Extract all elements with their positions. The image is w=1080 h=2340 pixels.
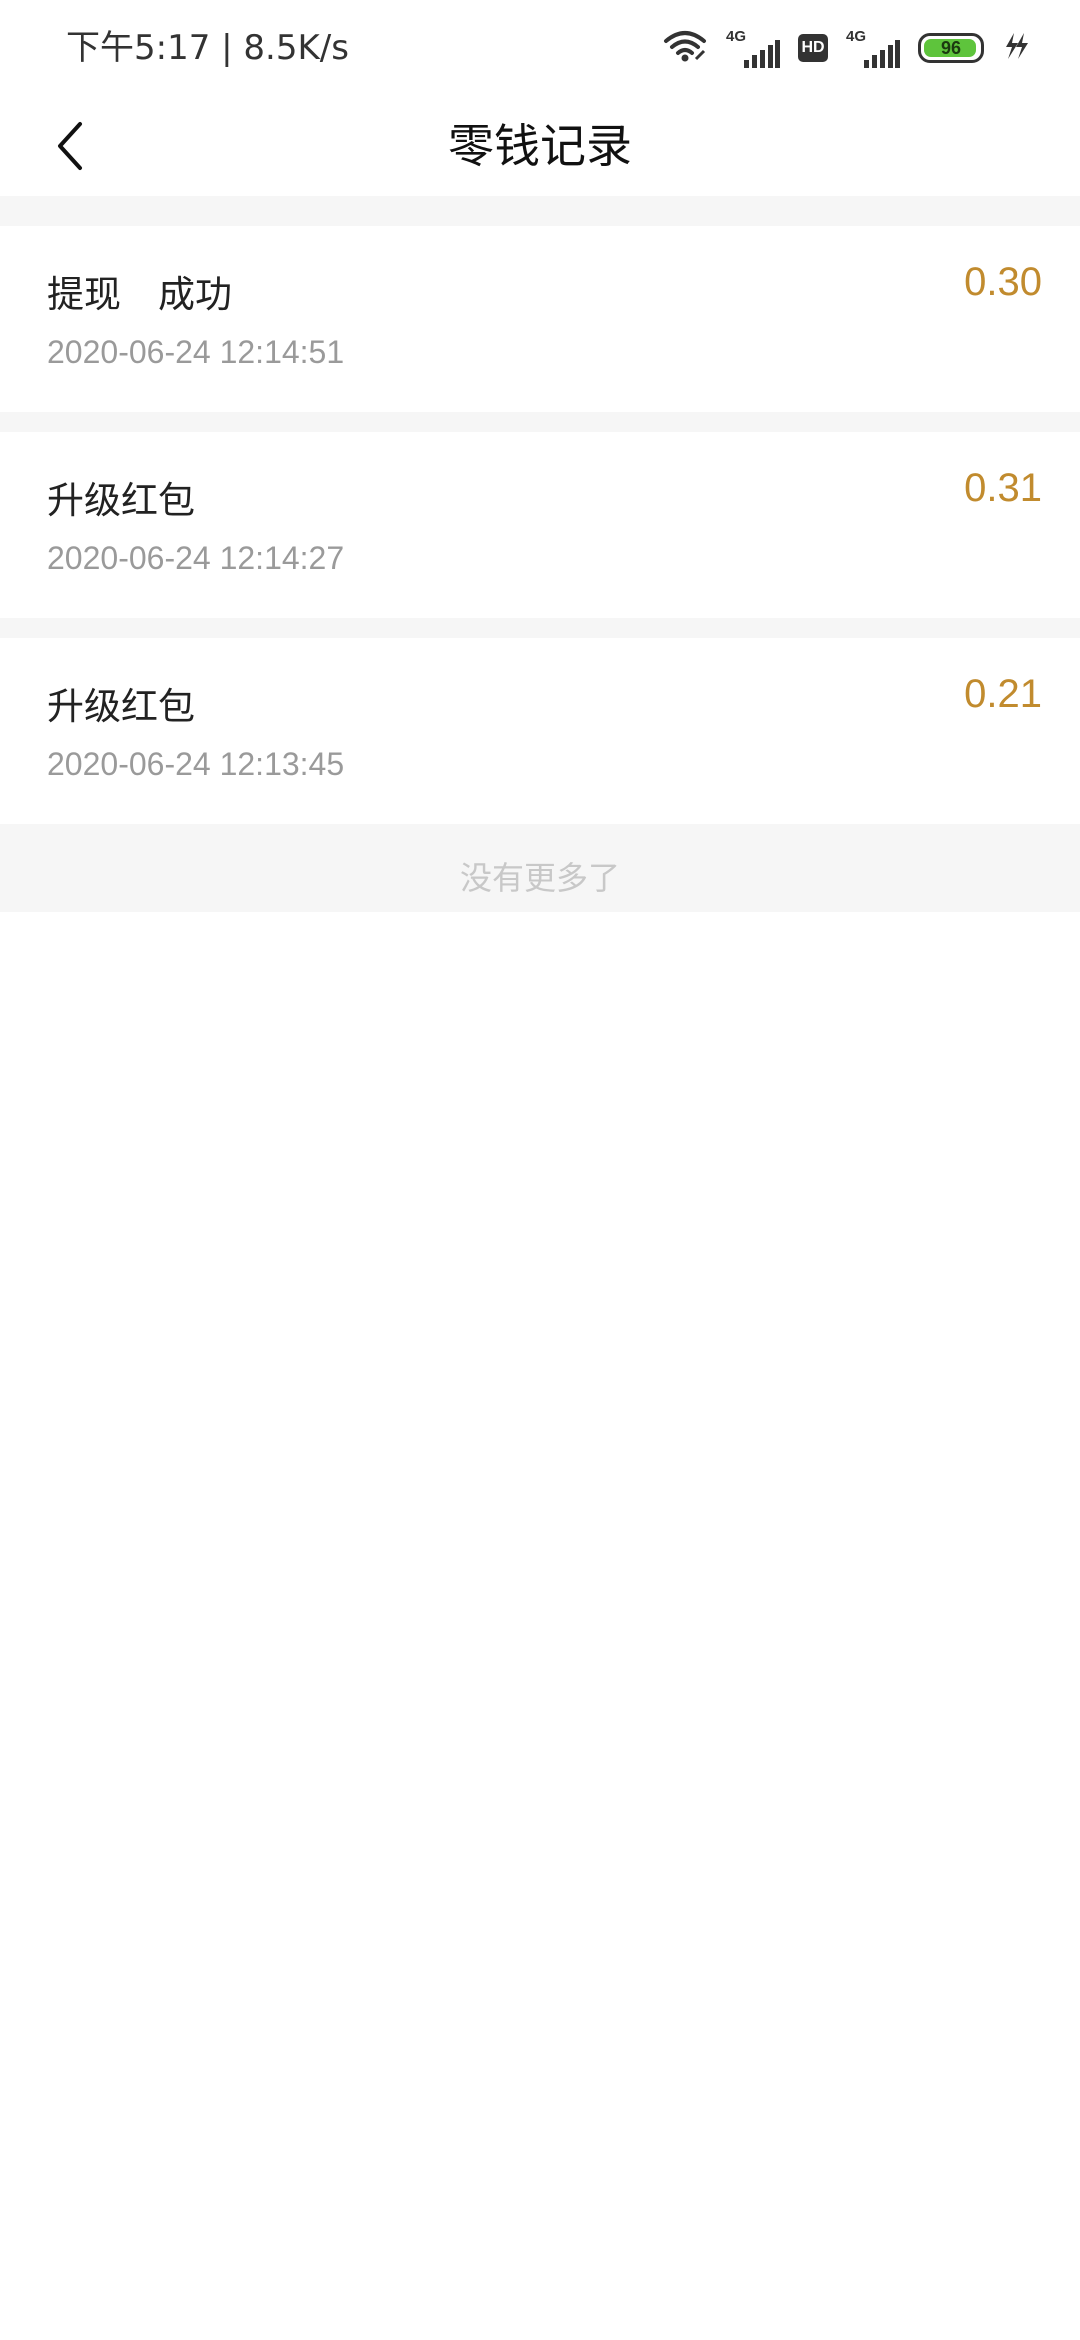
list-item[interactable]: 升级红包 2020-06-24 12:14:27 0.31 (0, 432, 1080, 618)
list-item[interactable]: 升级红包 2020-06-24 12:13:45 0.21 (0, 638, 1080, 824)
page-title: 零钱记录 (448, 119, 632, 173)
record-amount: 0.31 (964, 466, 1042, 510)
battery-icon: 96 (918, 33, 984, 63)
record-title: 提现 成功 (47, 273, 232, 316)
battery-level: 96 (940, 37, 962, 58)
status-icons: 4G HD 4G 96 (644, 26, 1030, 70)
record-amount: 0.30 (964, 260, 1042, 304)
record-title: 升级红包 (47, 479, 195, 522)
network-type-label: 4G (726, 28, 747, 45)
signal-2-icon: 4G (846, 28, 900, 68)
status-time: 下午5:17 | 8.5K/s (66, 28, 349, 68)
app-header: 零钱记录 (0, 96, 1080, 196)
wifi-icon (662, 29, 708, 67)
record-time: 2020-06-24 12:14:27 (47, 540, 345, 576)
charging-icon (1002, 31, 1030, 65)
hd-badge: HD (798, 34, 828, 62)
no-more-label: 没有更多了 (0, 844, 1080, 912)
signal-1-icon: 4G (726, 28, 780, 68)
record-time: 2020-06-24 12:14:51 (47, 334, 345, 370)
network-type-label: 4G (846, 28, 867, 45)
status-bar: 下午5:17 | 8.5K/s 4G HD 4G 96 (0, 0, 1080, 96)
record-list: 提现 成功 2020-06-24 12:14:51 0.30 升级红包 2020… (0, 196, 1080, 912)
record-time: 2020-06-24 12:13:45 (47, 746, 345, 782)
list-item[interactable]: 提现 成功 2020-06-24 12:14:51 0.30 (0, 226, 1080, 412)
record-title: 升级红包 (47, 685, 195, 728)
record-amount: 0.21 (964, 672, 1042, 716)
